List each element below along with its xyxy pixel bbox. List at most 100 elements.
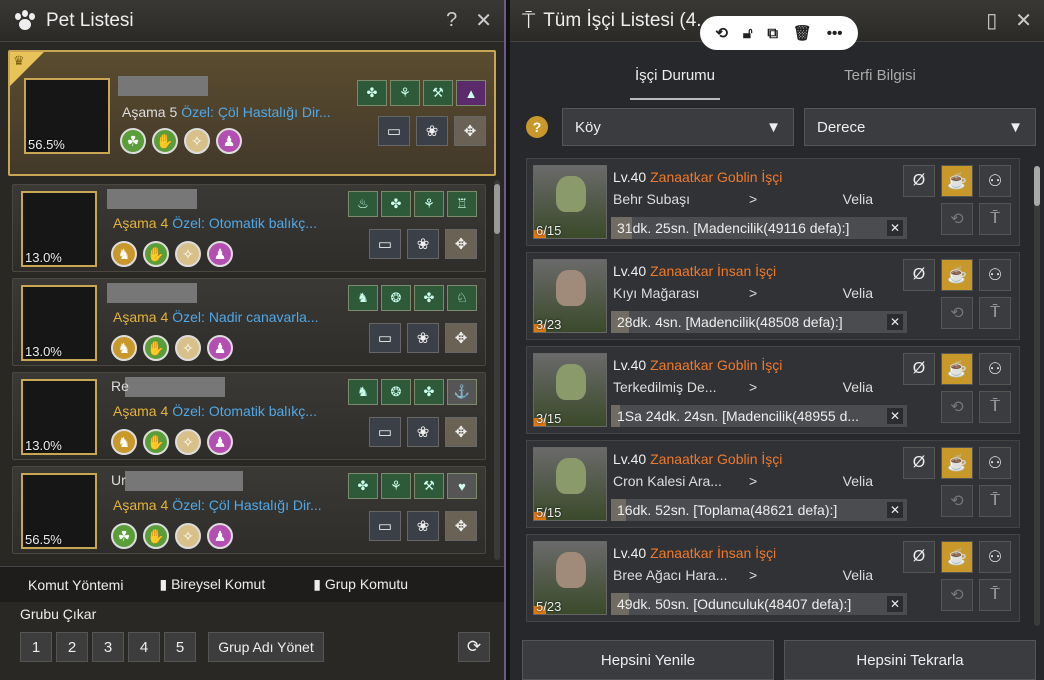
repeat-icon[interactable]: ⟲ — [941, 391, 973, 423]
repeat-icon[interactable]: ⟲ — [941, 579, 973, 611]
duplicate-icon[interactable]: ⧉ — [767, 25, 778, 42]
cancel-task-icon[interactable]: ✕ — [887, 596, 903, 612]
trash-icon[interactable]: 🗑︎ — [793, 24, 812, 42]
worker-scrollbar[interactable] — [1034, 166, 1040, 626]
pet-actions: ▭ ❀ ✥ — [369, 229, 477, 259]
pet-portrait: 13.0% — [21, 191, 97, 267]
refresh-icon[interactable]: ⟳ — [458, 632, 490, 662]
tab-promotion-info[interactable]: Terfi Bilgisi — [780, 56, 980, 100]
paw-button[interactable]: ❀ — [407, 323, 439, 353]
worker-location: Kıyı Mağarası > Velia — [613, 285, 873, 301]
trait-icon: ☘ — [120, 128, 146, 154]
stop-icon[interactable]: Ø — [903, 259, 935, 291]
fire-worker-icon[interactable]: ⚇ — [979, 447, 1011, 479]
retrieve-button[interactable]: ✥ — [445, 511, 477, 541]
pet-traits: ☘ ✋ ✧ ♟ — [111, 523, 233, 549]
pet-card[interactable]: 56.5% Ur Aşama 4 Özel: Çöl Hastalığı Dir.… — [12, 466, 486, 554]
pet-card[interactable]: ♛ 56.5% Aşama 5 Özel: Çöl Hastalığı Dir..… — [8, 50, 496, 176]
pet-actions: ▭ ❀ ✥ — [369, 417, 477, 447]
group-command-button[interactable]: ▮ Grup Komutu — [313, 576, 408, 593]
pet-skills: ♞ ❂ ✤ ♘ — [348, 285, 477, 311]
retrieve-button[interactable]: ✥ — [445, 323, 477, 353]
remove-group-label: Grubu Çıkar — [20, 606, 97, 622]
chevron-down-icon: ▼ — [766, 118, 781, 136]
promote-icon[interactable]: ⍑ — [979, 297, 1011, 329]
worker-card[interactable]: 6/15 Lv.40 Zanaatkar Goblin İşçi Behr Suba… — [526, 158, 1020, 246]
worker-card[interactable]: 5/23 Lv.40 Zanaatkar İnsan İşçi Bree Ağacı… — [526, 534, 1020, 622]
more-icon[interactable]: ••• — [827, 25, 843, 42]
stop-icon[interactable]: Ø — [903, 447, 935, 479]
group-3-button[interactable]: 3 — [92, 632, 124, 662]
cancel-task-icon[interactable]: ✕ — [887, 408, 903, 424]
promote-icon[interactable]: ⍑ — [979, 391, 1011, 423]
fire-worker-icon[interactable]: ⚇ — [979, 541, 1011, 573]
help-icon[interactable]: ? — [526, 116, 548, 138]
promote-icon[interactable]: ⍑ — [979, 485, 1011, 517]
feed-button[interactable]: ▭ — [378, 116, 410, 146]
repeat-icon[interactable]: ⟲ — [941, 203, 973, 235]
feed-button[interactable]: ▭ — [369, 323, 401, 353]
pet-portrait: 13.0% — [21, 285, 97, 361]
fire-worker-icon[interactable]: ⚇ — [979, 165, 1011, 197]
pet-traits: ♞ ✋ ✧ ♟ — [111, 241, 233, 267]
beer-icon[interactable]: ☕ — [941, 447, 973, 479]
cancel-task-icon[interactable]: ✕ — [887, 314, 903, 330]
individual-command-button[interactable]: ▮ Bireysel Komut — [159, 576, 265, 593]
paw-button[interactable]: ❀ — [407, 417, 439, 447]
feed-button[interactable]: ▭ — [369, 511, 401, 541]
feed-button[interactable]: ▭ — [369, 417, 401, 447]
feed-button[interactable]: ▭ — [369, 229, 401, 259]
cancel-task-icon[interactable]: ✕ — [887, 502, 903, 518]
floating-toolbar: ⟲ 🔓︎ ⧉ 🗑︎ ••• — [700, 16, 858, 50]
promote-icon[interactable]: ⍑ — [979, 203, 1011, 235]
lock-icon[interactable]: 🔓︎ — [743, 25, 753, 42]
stop-icon[interactable]: Ø — [903, 165, 935, 197]
grade-dropdown[interactable]: Derece ▼ — [804, 108, 1036, 146]
promote-icon[interactable]: ⍑ — [979, 579, 1011, 611]
help-button[interactable]: ? — [446, 9, 457, 32]
paw-button[interactable]: ❀ — [416, 116, 448, 146]
worker-card[interactable]: 5/15 Lv.40 Zanaatkar Goblin İşçi Cron Kale… — [526, 440, 1020, 528]
group-5-button[interactable]: 5 — [164, 632, 196, 662]
region-dropdown[interactable]: Köy ▼ — [562, 108, 794, 146]
pet-scrollbar[interactable] — [494, 180, 500, 560]
worker-task-bar: 28dk. 4sn. [Madencilik(48508 defa):] ✕ — [611, 311, 907, 333]
beer-icon[interactable]: ☕ — [941, 259, 973, 291]
repeat-icon[interactable]: ⟲ — [941, 297, 973, 329]
refresh-all-button[interactable]: Hepsini Yenile — [522, 640, 774, 680]
fire-worker-icon[interactable]: ⚇ — [979, 259, 1011, 291]
close-button[interactable]: ✕ — [1015, 8, 1032, 33]
cancel-task-icon[interactable]: ✕ — [887, 220, 903, 236]
retrieve-button[interactable]: ✥ — [445, 417, 477, 447]
stop-icon[interactable]: Ø — [903, 353, 935, 385]
beer-icon[interactable]: ☕ — [941, 541, 973, 573]
worker-card[interactable]: 3/15 Lv.40 Zanaatkar Goblin İşçi Terkedilm… — [526, 346, 1020, 434]
pet-traits: ☘ ✋ ✧ ♟ — [120, 128, 242, 154]
repeat-all-button[interactable]: Hepsini Tekrarla — [784, 640, 1036, 680]
repeat-icon[interactable]: ⟲ — [941, 485, 973, 517]
worker-card[interactable]: 3/23 Lv.40 Zanaatkar İnsan İşçi Kıyı Mağar… — [526, 252, 1020, 340]
pet-skills: ♨ ✤ ⚘ ♖ — [348, 191, 477, 217]
worker-location: Bree Ağacı Hara... > Velia — [613, 567, 873, 583]
pet-card[interactable]: 13.0% Aşama 4 Özel: Nadir canavarla... ♞ ✋… — [12, 278, 486, 366]
pet-card[interactable]: 13.0% Re Aşama 4 Özel: Otomatik balıkç...… — [12, 372, 486, 460]
fire-worker-icon[interactable]: ⚇ — [979, 353, 1011, 385]
pet-window-title: Pet Listesi — [46, 9, 134, 31]
retrieve-button[interactable]: ✥ — [445, 229, 477, 259]
retrieve-button[interactable]: ✥ — [454, 116, 486, 146]
document-icon[interactable]: ▯ — [986, 8, 997, 33]
beer-icon[interactable]: ☕ — [941, 353, 973, 385]
paw-button[interactable]: ❀ — [407, 511, 439, 541]
group-4-button[interactable]: 4 — [128, 632, 160, 662]
manage-group-name-button[interactable]: Grup Adı Yönet — [208, 632, 324, 662]
group-1-button[interactable]: 1 — [20, 632, 52, 662]
pet-window-titlebar[interactable]: Pet Listesi ? ✕ — [0, 0, 504, 42]
pet-card[interactable]: 13.0% Aşama 4 Özel: Otomatik balıkç... ♞ ✋… — [12, 184, 486, 272]
close-button[interactable]: ✕ — [475, 8, 492, 33]
tab-worker-status[interactable]: İşçi Durumu — [630, 56, 720, 100]
add-rotate-icon[interactable]: ⟲ — [715, 24, 728, 42]
beer-icon[interactable]: ☕ — [941, 165, 973, 197]
stop-icon[interactable]: Ø — [903, 541, 935, 573]
paw-button[interactable]: ❀ — [407, 229, 439, 259]
group-2-button[interactable]: 2 — [56, 632, 88, 662]
